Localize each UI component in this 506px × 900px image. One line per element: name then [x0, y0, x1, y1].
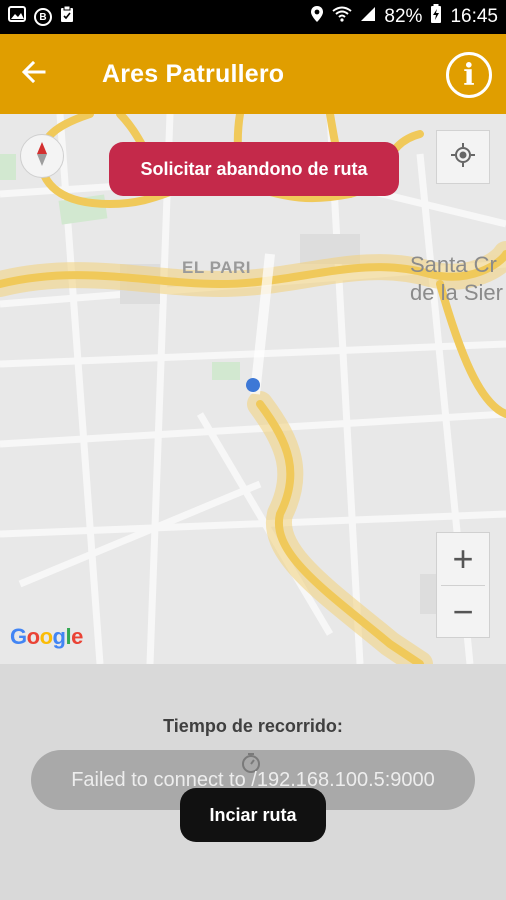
start-route-button[interactable]: Inciar ruta	[180, 788, 326, 842]
google-logo: Google	[10, 624, 83, 650]
map-view[interactable]: Solicitar abandono de ruta EL PARI Santa…	[0, 114, 506, 664]
zoom-out-button[interactable]: −	[437, 586, 489, 638]
b-badge-icon: B	[34, 8, 52, 26]
google-logo-letter: o	[26, 624, 40, 649]
clipboard-icon	[60, 5, 74, 29]
arrow-left-icon	[21, 60, 46, 88]
map-label-place: Santa Cr de la Sier	[410, 251, 503, 307]
status-bar: B 82% 16:45	[0, 0, 506, 34]
travel-time-label: Tiempo de recorrido:	[163, 716, 343, 736]
map-label-place-line1: Santa Cr	[410, 252, 497, 277]
app-title: Ares Patrullero	[102, 59, 285, 88]
wifi-icon	[332, 6, 353, 28]
zoom-controls: + −	[436, 532, 490, 638]
zoom-in-button[interactable]: +	[437, 533, 489, 585]
image-icon	[8, 6, 26, 28]
info-button[interactable]: i	[446, 52, 492, 98]
location-icon	[310, 5, 324, 29]
bottom-panel: Tiempo de recorrido: Failed to connect t…	[0, 664, 506, 900]
google-logo-letter: g	[52, 624, 66, 649]
battery-icon	[430, 4, 442, 30]
google-logo-letter: G	[10, 624, 27, 649]
map-label-place-line2: de la Sier	[410, 280, 503, 305]
signal-icon	[360, 6, 376, 28]
my-location-button[interactable]	[436, 130, 490, 184]
info-icon: i	[463, 57, 475, 93]
google-logo-letter: o	[39, 624, 53, 649]
status-left-icons: B	[8, 5, 74, 29]
user-location-marker	[246, 378, 260, 392]
app-bar: Ares Patrullero i	[0, 34, 506, 114]
map-label-district: EL PARI	[182, 258, 251, 277]
my-location-icon	[450, 142, 476, 173]
clock: 16:45	[450, 6, 498, 27]
status-right-icons: 82% 16:45	[310, 4, 498, 30]
compass-button[interactable]	[20, 134, 64, 178]
back-button[interactable]	[0, 34, 68, 114]
compass-icon	[35, 141, 49, 172]
request-abandon-route-button[interactable]: Solicitar abandono de ruta	[109, 142, 399, 196]
google-logo-letter: e	[71, 624, 83, 649]
battery-percent: 82%	[384, 6, 423, 27]
